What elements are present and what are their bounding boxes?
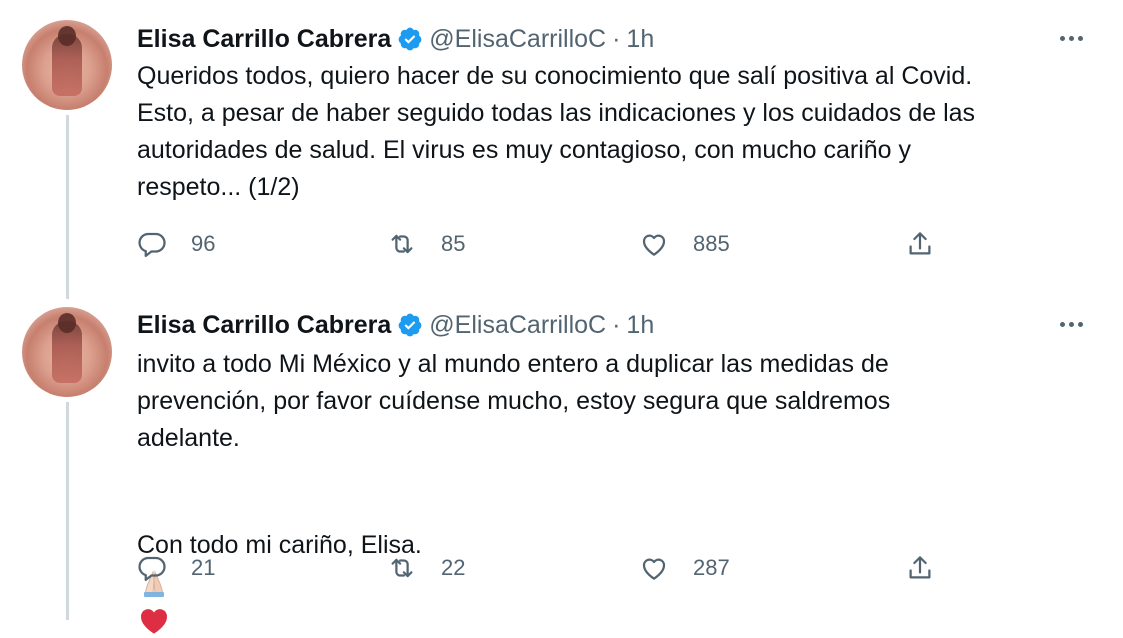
retweet-button[interactable]: 85 (387, 229, 465, 259)
tweet-header: Elisa Carrillo Cabrera @ElisaCarrilloC ·… (137, 24, 654, 54)
tweet-text: invito a todo Mi México y al mundo enter… (137, 350, 891, 452)
red-heart-emoji (140, 609, 168, 635)
like-icon (642, 234, 666, 256)
tweet-header: Elisa Carrillo Cabrera @ElisaCarrilloC ·… (137, 310, 654, 340)
retweet-icon (391, 558, 413, 578)
reply-button[interactable]: 96 (137, 229, 215, 259)
tweet-text: Queridos todos, quiero hacer de su conoc… (137, 62, 976, 201)
tweet[interactable]: Elisa Carrillo Cabrera @ElisaCarrilloC ·… (0, 300, 1123, 635)
share-button[interactable] (905, 229, 935, 259)
reply-icon (138, 232, 166, 257)
author-handle[interactable]: @ElisaCarrilloC (429, 311, 606, 340)
reply-button[interactable]: 21 (137, 553, 215, 583)
separator: · (612, 310, 621, 339)
tweet[interactable]: Elisa Carrillo Cabrera @ElisaCarrilloC ·… (0, 0, 1123, 300)
like-count: 885 (693, 231, 730, 256)
author-name[interactable]: Elisa Carrillo Cabrera (137, 25, 391, 54)
verified-badge-icon (398, 27, 422, 51)
reply-count: 96 (191, 231, 216, 256)
more-options-icon[interactable] (1053, 314, 1089, 334)
retweet-count: 85 (441, 231, 466, 256)
separator: · (612, 24, 621, 53)
author-handle[interactable]: @ElisaCarrilloC (429, 25, 606, 54)
share-icon (909, 556, 931, 579)
tweet-actions: 96 85 885 (137, 229, 957, 259)
retweet-icon (391, 234, 413, 254)
avatar[interactable] (22, 307, 112, 397)
author-name[interactable]: Elisa Carrillo Cabrera (137, 311, 391, 340)
timestamp[interactable]: 1h (626, 311, 654, 340)
reply-count: 21 (191, 555, 216, 580)
more-options-icon[interactable] (1053, 28, 1089, 48)
share-icon (909, 232, 931, 255)
timestamp[interactable]: 1h (626, 25, 654, 54)
like-icon (642, 558, 666, 580)
like-button[interactable]: 287 (639, 553, 730, 583)
share-button[interactable] (905, 553, 935, 583)
avatar[interactable] (22, 20, 112, 110)
retweet-count: 22 (441, 555, 466, 580)
reply-icon (138, 556, 166, 581)
verified-badge-icon (398, 313, 422, 337)
like-count: 287 (693, 555, 730, 580)
tweet-actions: 21 22 287 (137, 553, 957, 583)
like-button[interactable]: 885 (639, 229, 730, 259)
retweet-button[interactable]: 22 (387, 553, 465, 583)
